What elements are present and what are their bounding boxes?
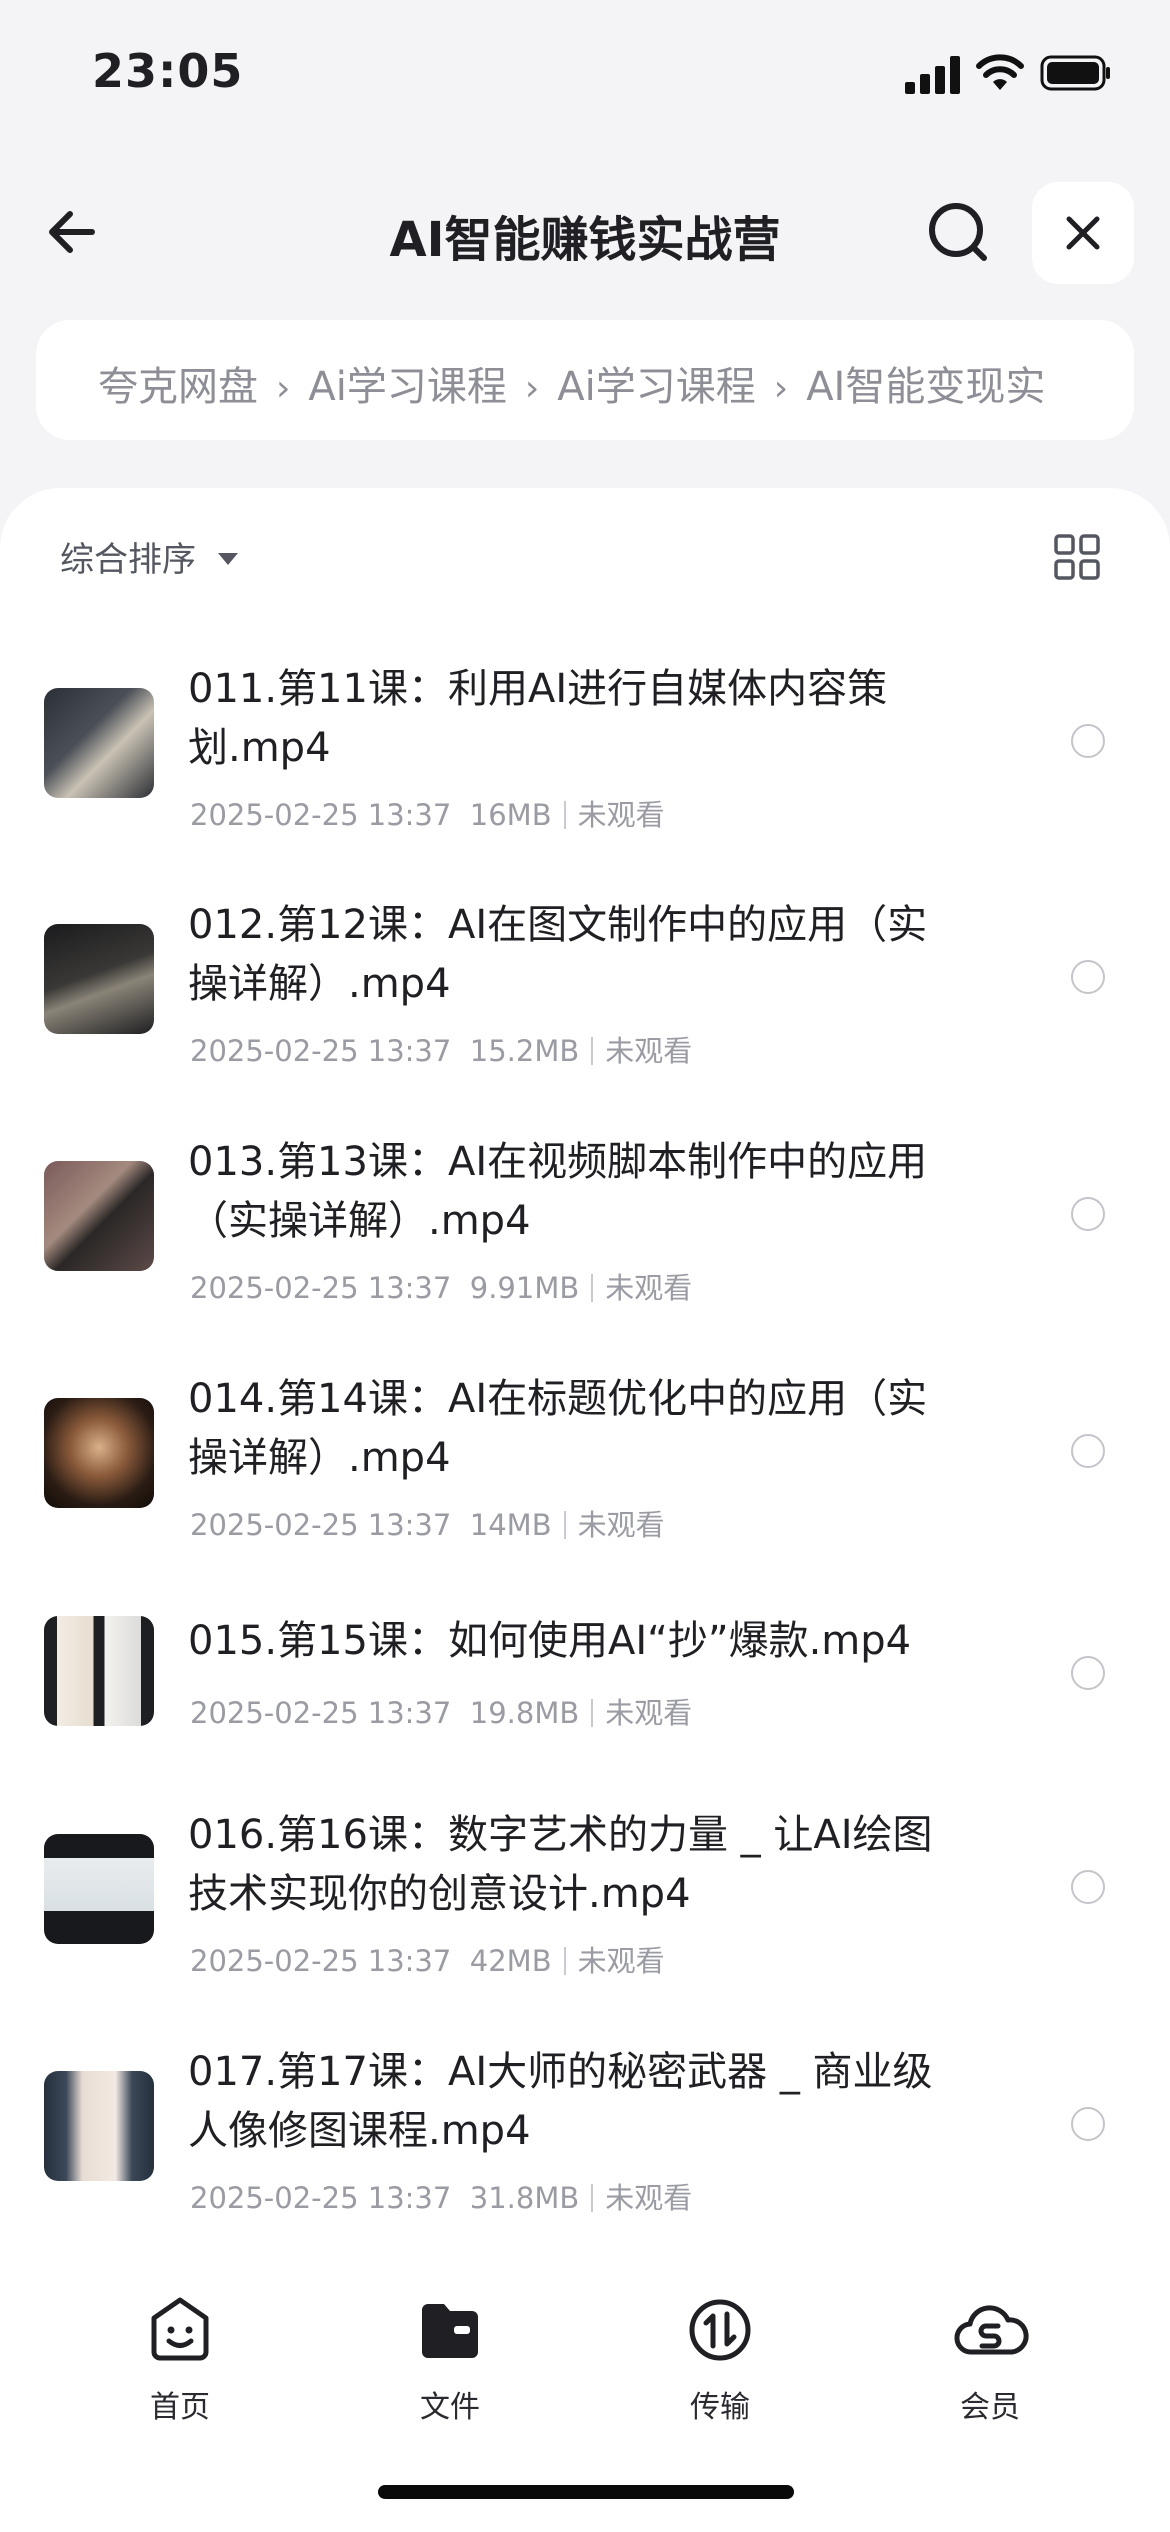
file-meta: 2025-02-25 13:37 14MB 未观看 <box>190 1502 665 1544</box>
file-row[interactable]: 014.第14课：AI在标题优化中的应用（实操详解）.mp4 2025-02-2… <box>0 1370 1170 1570</box>
back-arrow-icon[interactable] <box>40 192 120 272</box>
file-row[interactable]: 017.第17课：AI大师的秘密武器 _ 商业级人像修图课程.mp4 2025-… <box>0 2043 1170 2243</box>
file-meta: 2025-02-25 13:37 16MB 未观看 <box>190 792 665 834</box>
file-list-sheet: 综合排序 011.第11课：利用AI进行自媒体内容策划.mp4 2025-02-… <box>0 488 1170 2288</box>
tab-transfer[interactable]: 传输 <box>640 2290 800 2426</box>
tab-label: 会员 <box>960 2390 1020 2425</box>
tab-member[interactable]: 会员 <box>910 2290 1070 2426</box>
page-title: AI智能赚钱实战营 <box>389 212 781 268</box>
file-size: 42MB <box>469 1944 552 1978</box>
battery-icon <box>1040 55 1110 91</box>
status-time: 23:05 <box>92 44 244 98</box>
file-size: 9.91MB <box>469 1271 580 1305</box>
file-meta: 2025-02-25 13:37 42MB 未观看 <box>190 1938 665 1980</box>
close-button[interactable] <box>1032 182 1134 284</box>
sort-label: 综合排序 <box>60 540 196 580</box>
grid-view-icon[interactable] <box>1054 534 1100 580</box>
file-size: 14MB <box>469 1508 552 1542</box>
tab-label: 文件 <box>420 2390 480 2425</box>
file-row[interactable]: 016.第16课：数字艺术的力量 _ 让AI绘图技术实现你的创意设计.mp4 2… <box>0 1806 1170 2006</box>
file-size: 15.2MB <box>469 1034 580 1068</box>
file-meta: 2025-02-25 13:37 15.2MB 未观看 <box>190 1028 692 1070</box>
file-title: 015.第15课：如何使用AI“抄”爆款.mp4 <box>188 1618 912 1664</box>
watch-status: 未观看 <box>605 1696 693 1730</box>
video-thumbnail <box>44 2071 154 2181</box>
breadcrumb-item[interactable]: Ai学习课程 <box>308 364 506 410</box>
file-meta: 2025-02-25 13:37 19.8MB 未观看 <box>190 1690 692 1732</box>
video-thumbnail <box>44 688 154 798</box>
file-date: 2025-02-25 13:37 <box>190 1696 452 1730</box>
select-radio[interactable] <box>1071 1656 1105 1690</box>
select-radio[interactable] <box>1071 1870 1105 1904</box>
select-radio[interactable] <box>1071 1434 1105 1468</box>
watch-status: 未观看 <box>577 1944 665 1978</box>
file-size: 31.8MB <box>469 2181 580 2215</box>
file-meta: 2025-02-25 13:37 31.8MB 未观看 <box>190 2175 692 2217</box>
smile-face-icon <box>151 2297 209 2361</box>
select-radio[interactable] <box>1071 1197 1105 1231</box>
file-title: 017.第17课：AI大师的秘密武器 _ 商业级人像修图课程.mp4 <box>188 2049 933 2154</box>
status-bar: 23:05 <box>0 0 1170 150</box>
file-title: 014.第14课：AI在标题优化中的应用（实操详解）.mp4 <box>188 1376 928 1481</box>
file-date: 2025-02-25 13:37 <box>190 1271 452 1305</box>
watch-status: 未观看 <box>605 1271 693 1305</box>
nav-header: AI智能赚钱实战营 <box>0 170 1170 290</box>
file-title: 012.第12课：AI在图文制作中的应用（实操详解）.mp4 <box>188 902 928 1007</box>
breadcrumb-item[interactable]: AI智能变现实 <box>806 364 1045 410</box>
file-date: 2025-02-25 13:37 <box>190 798 452 832</box>
watch-status: 未观看 <box>577 798 665 832</box>
select-radio[interactable] <box>1071 960 1105 994</box>
file-size: 16MB <box>469 798 552 832</box>
file-date: 2025-02-25 13:37 <box>190 2181 452 2215</box>
tab-label: 首页 <box>150 2390 210 2425</box>
video-thumbnail <box>44 924 154 1034</box>
file-meta: 2025-02-25 13:37 9.91MB 未观看 <box>190 1265 692 1307</box>
file-row[interactable]: 011.第11课：利用AI进行自媒体内容策划.mp4 2025-02-25 13… <box>0 660 1170 860</box>
watch-status: 未观看 <box>605 1034 693 1068</box>
video-thumbnail <box>44 1616 154 1726</box>
file-row[interactable]: 015.第15课：如何使用AI“抄”爆款.mp4 2025-02-25 13:3… <box>0 1616 1170 1756</box>
breadcrumb: 夸克网盘 › Ai学习课程 › Ai学习课程 › AI智能变现实 <box>36 320 1134 440</box>
chevron-right-icon: › <box>276 368 291 409</box>
file-row[interactable]: 013.第13课：AI在视频脚本制作中的应用（实操详解）.mp4 2025-02… <box>0 1133 1170 1333</box>
watch-status: 未观看 <box>577 1508 665 1542</box>
chevron-right-icon: › <box>524 368 540 409</box>
file-row[interactable]: 012.第12课：AI在图文制作中的应用（实操详解）.mp4 2025-02-2… <box>0 896 1170 1096</box>
file-title: 011.第11课：利用AI进行自媒体内容策划.mp4 <box>188 666 888 771</box>
cloud-s-icon <box>954 2305 1029 2355</box>
transfer-icon <box>689 2299 751 2361</box>
search-icon[interactable] <box>918 192 998 272</box>
cellular-signal-icon <box>905 56 961 94</box>
tab-files[interactable]: 文件 <box>370 2290 530 2426</box>
file-date: 2025-02-25 13:37 <box>190 1034 452 1068</box>
folder-icon <box>422 2304 478 2358</box>
video-thumbnail <box>44 1161 154 1271</box>
video-thumbnail <box>44 1834 154 1944</box>
file-size: 19.8MB <box>469 1696 580 1730</box>
close-icon <box>1066 216 1100 250</box>
chevron-right-icon: › <box>773 368 789 409</box>
sort-dropdown[interactable]: 综合排序 <box>60 532 238 581</box>
video-thumbnail <box>44 1398 154 1508</box>
file-title: 016.第16课：数字艺术的力量 _ 让AI绘图技术实现你的创意设计.mp4 <box>188 1812 933 1917</box>
home-indicator <box>378 2485 794 2499</box>
tab-label: 传输 <box>690 2390 750 2425</box>
breadcrumb-item[interactable]: Ai学习课程 <box>557 364 755 410</box>
wifi-icon <box>976 54 1024 90</box>
breadcrumb-item[interactable]: 夸克网盘 <box>98 364 258 410</box>
select-radio[interactable] <box>1071 724 1105 758</box>
file-title: 013.第13课：AI在视频脚本制作中的应用（实操详解）.mp4 <box>188 1139 928 1244</box>
select-radio[interactable] <box>1071 2107 1105 2141</box>
caret-down-icon <box>218 552 238 565</box>
watch-status: 未观看 <box>605 2181 693 2215</box>
file-date: 2025-02-25 13:37 <box>190 1508 452 1542</box>
file-date: 2025-02-25 13:37 <box>190 1944 452 1978</box>
tab-home[interactable]: 首页 <box>100 2290 260 2426</box>
